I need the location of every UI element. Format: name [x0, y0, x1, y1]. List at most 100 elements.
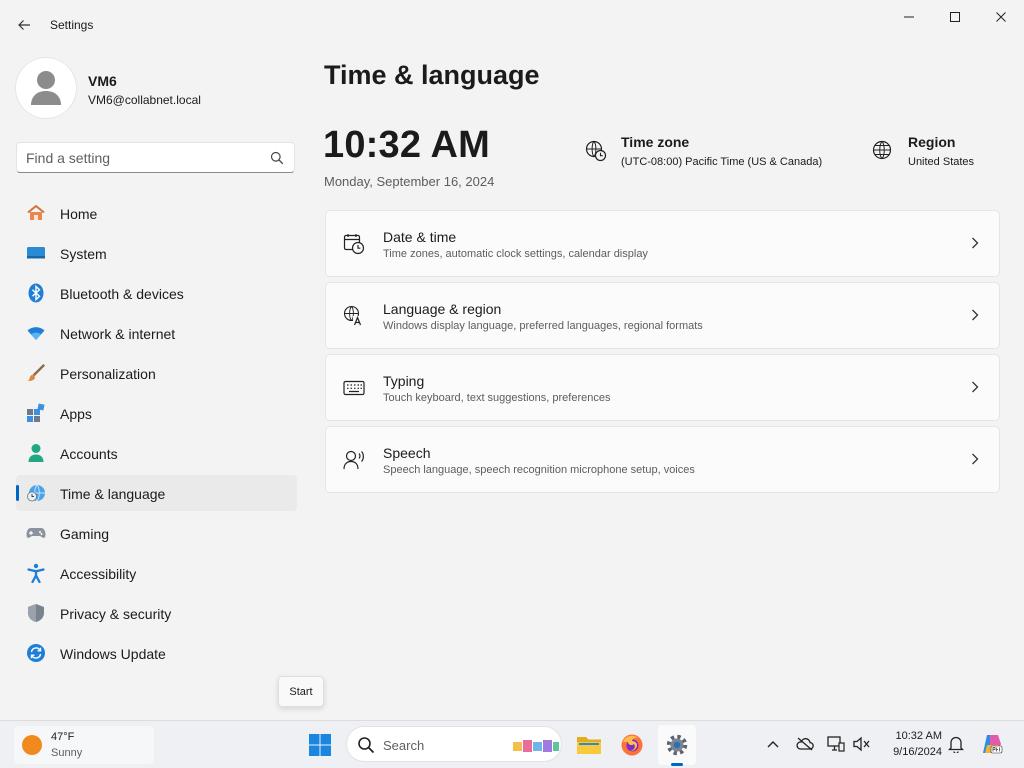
chevron-right-icon	[972, 237, 979, 249]
sidebar-item-label: Personalization	[60, 366, 156, 382]
onedrive-tray[interactable]	[796, 735, 814, 753]
speech-icon	[343, 449, 365, 471]
chevron-up-icon	[767, 741, 779, 748]
sidebar-item-personalization[interactable]: Personalization	[16, 355, 297, 391]
sidebar-item-label: Gaming	[60, 526, 110, 542]
avatar[interactable]	[16, 58, 76, 118]
start-tooltip: Start	[278, 676, 324, 707]
shield-icon	[26, 603, 46, 623]
page-title: Time & language	[324, 60, 540, 90]
back-button[interactable]	[10, 12, 38, 38]
bell-icon	[948, 736, 964, 753]
card-subtitle: Time zones, automatic clock settings, ca…	[383, 248, 648, 260]
show-hidden-icons-button[interactable]	[764, 735, 782, 753]
sidebar-item-system[interactable]: System	[16, 235, 297, 271]
sidebar-item-bluetooth[interactable]: Bluetooth & devices	[16, 275, 297, 311]
card-subtitle: Windows display language, preferred lang…	[383, 320, 703, 332]
globe-icon	[872, 140, 892, 160]
settings-search[interactable]	[16, 142, 295, 173]
taskbar-firefox[interactable]	[613, 725, 651, 765]
cloud-offline-icon	[796, 737, 814, 751]
sidebar-item-label: Privacy & security	[60, 606, 172, 622]
network-monitor-icon	[827, 736, 845, 752]
timezone-globe-clock-icon	[585, 140, 607, 162]
card-speech[interactable]: Speech Speech language, speech recogniti…	[325, 426, 1000, 493]
taskbar-settings[interactable]	[658, 725, 696, 765]
card-language-region[interactable]: Language & region Windows display langua…	[325, 282, 1000, 349]
time-language-icon	[26, 483, 46, 503]
start-button[interactable]	[301, 725, 339, 765]
bluetooth-icon	[26, 283, 46, 303]
taskbar: 47°F Sunny Search 10:32 AM 9/16/2024	[0, 720, 1024, 768]
sidebar-item-gaming[interactable]: Gaming	[16, 515, 297, 551]
search-highlight-icon	[513, 740, 559, 752]
folder-icon	[577, 737, 601, 754]
update-icon	[26, 643, 46, 663]
taskbar-clock-time[interactable]: 10:32 AM	[882, 730, 942, 742]
windows-logo-icon	[309, 734, 331, 756]
sidebar-item-windows-update[interactable]: Windows Update	[16, 635, 297, 671]
current-date: Monday, September 16, 2024	[324, 174, 495, 189]
language-icon	[343, 305, 365, 327]
keyboard-icon	[343, 377, 365, 399]
sidebar-item-time-language[interactable]: Time & language	[16, 475, 297, 511]
volume-tray[interactable]	[853, 735, 871, 753]
sidebar-item-privacy[interactable]: Privacy & security	[16, 595, 297, 631]
maximize-icon	[950, 12, 960, 22]
search-icon[interactable]	[270, 151, 284, 165]
region-label: Region	[908, 134, 956, 150]
card-subtitle: Speech language, speech recognition micr…	[383, 464, 695, 476]
sidebar-item-home[interactable]: Home	[16, 195, 297, 231]
network-tray[interactable]	[827, 735, 845, 753]
weather-condition: Sunny	[51, 747, 83, 759]
copilot-button[interactable]	[981, 733, 1003, 755]
sidebar-item-label: Apps	[60, 406, 92, 422]
accounts-icon	[26, 443, 46, 463]
apps-icon	[26, 403, 46, 423]
card-title: Speech	[383, 445, 431, 461]
app-title: Settings	[50, 18, 94, 32]
region-info: Region United States	[872, 134, 992, 174]
brush-icon	[26, 363, 46, 383]
maximize-button[interactable]	[932, 4, 978, 30]
region-value: United States	[908, 156, 975, 168]
home-icon	[26, 203, 46, 223]
sidebar-item-network[interactable]: Network & internet	[16, 315, 297, 351]
minimize-button[interactable]	[886, 4, 932, 30]
taskbar-search-label: Search	[383, 738, 425, 753]
card-title: Language & region	[383, 301, 502, 317]
timezone-label: Time zone	[621, 134, 690, 150]
taskbar-file-explorer[interactable]	[570, 725, 608, 765]
sidebar-item-apps[interactable]: Apps	[16, 395, 297, 431]
copilot-icon	[983, 735, 1003, 754]
sidebar-item-label: Home	[60, 206, 98, 222]
card-typing[interactable]: Typing Touch keyboard, text suggestions,…	[325, 354, 1000, 421]
user-avatar-icon	[31, 71, 61, 105]
minimize-icon	[904, 16, 914, 18]
sidebar-item-accessibility[interactable]: Accessibility	[16, 555, 297, 591]
notifications-button[interactable]	[947, 735, 965, 753]
speaker-muted-icon	[853, 736, 870, 752]
sidebar-item-label: Time & language	[60, 486, 166, 502]
timezone-value: (UTC-08:00) Pacific Time (US & Canada)	[621, 156, 823, 168]
title-bar: Settings	[0, 0, 1024, 50]
user-name: VM6	[88, 73, 117, 89]
chevron-right-icon	[972, 453, 979, 465]
taskbar-clock-date[interactable]: 9/16/2024	[882, 746, 942, 758]
close-button[interactable]	[978, 4, 1024, 30]
search-input[interactable]	[26, 149, 266, 167]
taskbar-search[interactable]: Search	[346, 726, 562, 762]
card-title: Typing	[383, 373, 425, 389]
card-date-time[interactable]: Date & time Time zones, automatic clock …	[325, 210, 1000, 277]
sidebar-item-label: Windows Update	[60, 646, 166, 662]
active-app-indicator	[671, 763, 683, 766]
weather-widget[interactable]: 47°F Sunny	[14, 726, 154, 764]
sidebar-item-label: Network & internet	[60, 326, 176, 342]
sidebar-item-accounts[interactable]: Accounts	[16, 435, 297, 471]
sidebar-item-label: System	[60, 246, 107, 262]
accessibility-icon	[26, 563, 46, 583]
sidebar-item-label: Bluetooth & devices	[60, 286, 184, 302]
firefox-icon	[621, 734, 643, 756]
search-icon	[358, 737, 375, 754]
chevron-right-icon	[972, 381, 979, 393]
